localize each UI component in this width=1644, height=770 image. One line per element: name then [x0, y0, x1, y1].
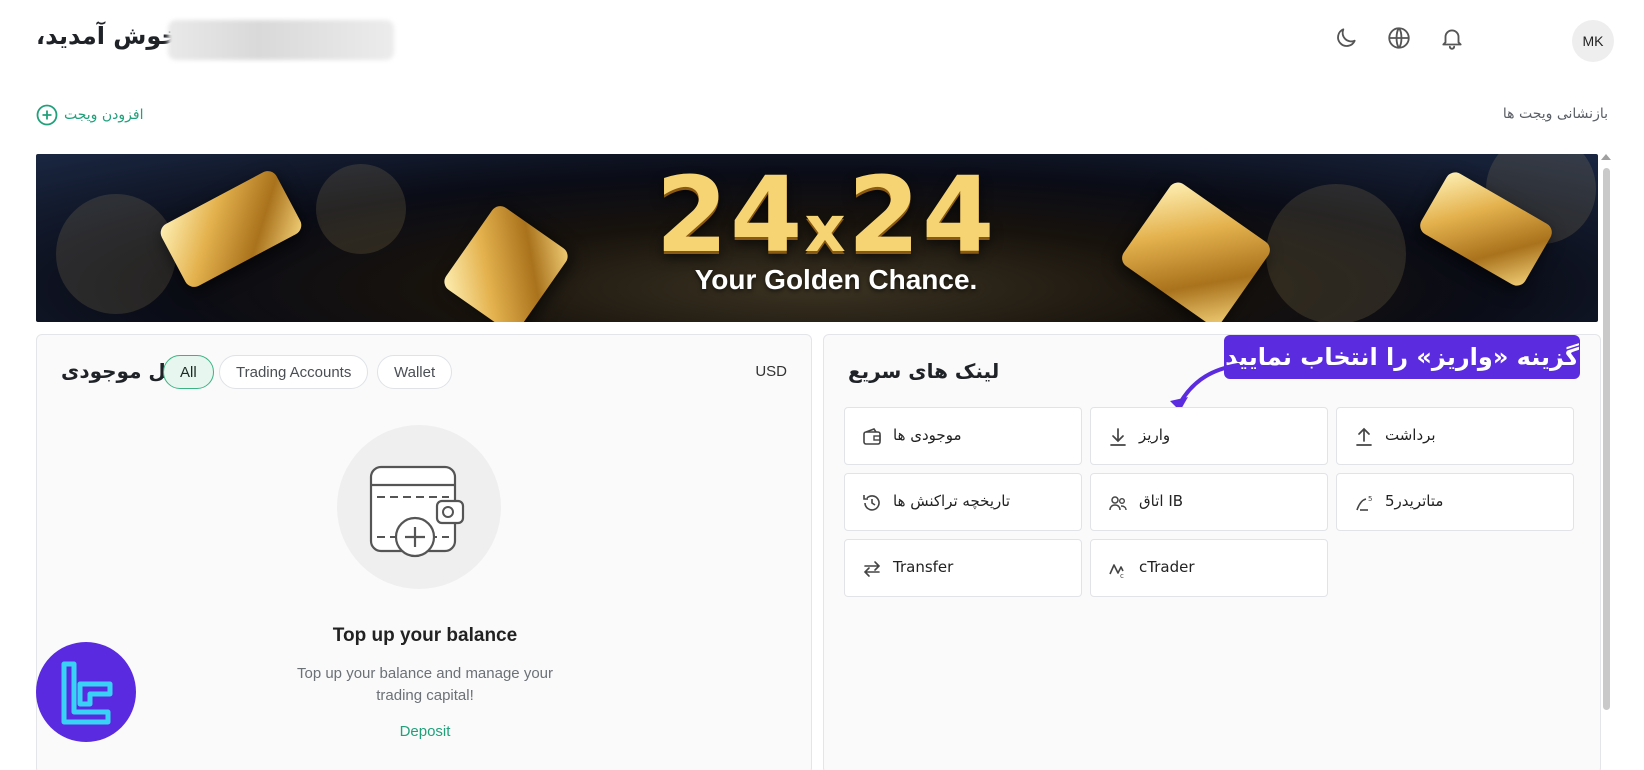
avatar[interactable]: MK [1572, 20, 1614, 62]
quick-link-history[interactable]: تاریخچه تراکنش ها [844, 473, 1082, 531]
top-header: خوش آمدید، MK [0, 0, 1644, 80]
tc-logo-icon [61, 661, 113, 725]
gold-bar-image [440, 202, 572, 322]
svg-text:c: c [1120, 572, 1124, 580]
scrollbar-thumb[interactable] [1603, 168, 1610, 710]
welcome-text: خوش آمدید، [36, 22, 179, 50]
ctrader-icon: c [1109, 564, 1124, 580]
globe-icon[interactable] [1383, 22, 1415, 54]
banner-subline: Your Golden Chance. [694, 264, 978, 295]
headline-number-right: 24 [847, 154, 997, 276]
bell-icon[interactable] [1436, 22, 1468, 54]
quick-link-metatrader5[interactable]: 5 متاتریدر5 [1336, 473, 1574, 531]
quick-links-title: لینک های سریع [848, 359, 1000, 383]
quick-link-label: اتاق IB [1139, 492, 1184, 510]
balance-widget: کل موجودی All Trading Accounts Wallet US… [36, 334, 812, 770]
quick-link-label: موجودی ها [893, 426, 962, 444]
add-widget-button[interactable]: افزودن ویجت [36, 104, 143, 126]
site-logo [36, 642, 136, 742]
add-widget-label: افزودن ویجت [64, 107, 144, 123]
quick-link-ctrader[interactable]: c cTrader [1090, 539, 1328, 597]
history-icon [863, 495, 880, 511]
quick-link-label: Transfer [893, 558, 954, 576]
filter-wallet[interactable]: Wallet [377, 355, 453, 389]
reset-widgets-link[interactable]: بازنشانی ویجت ها [1503, 106, 1608, 122]
quick-link-label: cTrader [1139, 558, 1195, 576]
upload-icon [1356, 427, 1372, 446]
empty-state-text: Top up your balance and manage your trad… [296, 665, 553, 704]
quick-link-transfer[interactable]: Transfer [844, 539, 1082, 597]
filter-trading-accounts[interactable]: Trading Accounts [219, 355, 369, 389]
svg-text:5: 5 [1368, 495, 1372, 503]
quick-link-withdraw[interactable]: برداشت [1336, 407, 1574, 465]
promo-banner[interactable]: 24x24 Your Golden Chance. [36, 154, 1598, 322]
currency-label: USD [755, 363, 787, 380]
quick-link-label: تاریخچه تراکنش ها [893, 492, 1010, 510]
instruction-tooltip: گزینه «واریز» را انتخاب نمایید [1224, 335, 1580, 379]
metatrader-icon: 5 [1356, 495, 1372, 511]
bokeh-light [1266, 184, 1406, 322]
headline-x: x [804, 193, 848, 267]
plus-circle-icon [36, 104, 58, 126]
curved-arrow-icon [1170, 363, 1240, 411]
transfer-icon [863, 561, 881, 577]
quick-link-label: متاتریدر5 [1385, 492, 1444, 510]
blurred-username [168, 20, 394, 60]
quick-link-ib-room[interactable]: اتاق IB [1090, 473, 1328, 531]
quick-link-label: برداشت [1385, 426, 1436, 444]
moon-icon[interactable] [1330, 22, 1362, 54]
wallet-plus-icon [369, 465, 465, 558]
users-icon [1109, 496, 1127, 511]
quick-links-widget: لینک های سریع گزینه «واریز» را انتخاب نم… [823, 334, 1601, 770]
empty-state-title: Top up your balance [332, 625, 518, 646]
headline-number-left: 24 [655, 154, 805, 276]
gold-bar-image [157, 167, 305, 291]
bokeh-light [56, 194, 176, 314]
filter-all[interactable]: All [163, 355, 214, 389]
wallet-icon [863, 428, 881, 445]
scroll-up-arrow-icon[interactable] [1601, 154, 1611, 160]
download-icon [1110, 428, 1126, 446]
balance-title: کل موجودی [61, 359, 178, 383]
quick-link-balances[interactable]: موجودی ها [844, 407, 1082, 465]
gold-bar-image [1118, 178, 1274, 322]
quick-link-label: واریز [1139, 426, 1171, 444]
empty-wallet-illustration [337, 425, 501, 589]
deposit-link[interactable]: Deposit [37, 723, 813, 740]
bokeh-light [316, 164, 406, 254]
quick-link-deposit[interactable]: واریز [1090, 407, 1328, 465]
